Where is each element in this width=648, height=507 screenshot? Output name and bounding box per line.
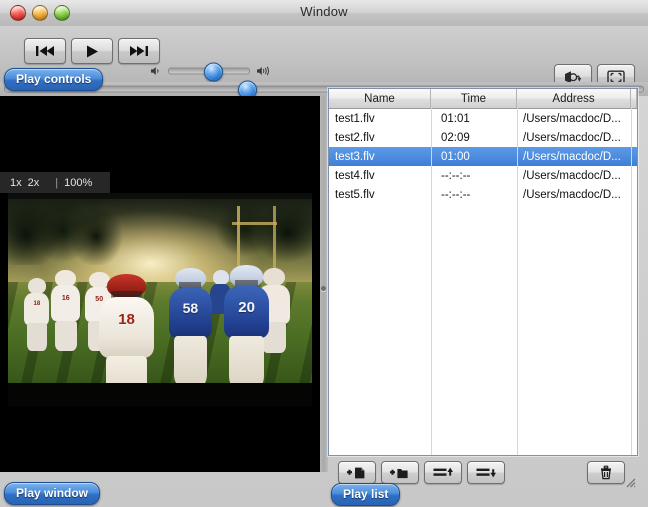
cell-address: /Users/macdoc/D...: [523, 188, 621, 201]
cell-time: 01:00: [441, 150, 470, 163]
cell-address: /Users/macdoc/D...: [523, 169, 621, 182]
cell-time: --:--:--: [441, 188, 471, 201]
video-pane[interactable]: 18 16 50 58 20 18 1x 2x | 100%: [0, 96, 320, 472]
cell-name: test2.flv: [335, 131, 375, 144]
cell-name: test3.flv: [335, 150, 375, 163]
move-down-icon: [476, 468, 496, 478]
cell-time: 01:01: [441, 112, 470, 125]
previous-icon: [36, 46, 54, 56]
next-icon: [130, 46, 148, 56]
player-blue-58: 58: [169, 267, 212, 387]
cell-address: /Users/macdoc/D...: [523, 131, 621, 144]
window-title: Window: [300, 4, 348, 19]
add-folder-button[interactable]: [381, 461, 419, 484]
video-frame[interactable]: 18 16 50 58 20 18: [8, 193, 312, 406]
column-header-time[interactable]: Time: [431, 89, 517, 108]
player-blue-20: 20: [223, 265, 270, 389]
cell-name: test1.flv: [335, 112, 375, 125]
delete-button[interactable]: [587, 461, 625, 484]
play-button[interactable]: [71, 38, 113, 64]
table-row[interactable]: test4.flv --:--:-- /Users/macdoc/D...: [329, 166, 637, 185]
splitter-handle[interactable]: [321, 286, 326, 291]
playlist-header: Name Time Address: [329, 89, 637, 109]
video-letterbox-bottom: [8, 382, 312, 406]
video-letterbox-top: [8, 193, 312, 200]
zoom-percent-label: 100%: [64, 176, 93, 189]
playlist-table[interactable]: Name Time Address test1.flv 01:01/Users/m…: [328, 88, 638, 456]
play-list-label[interactable]: Play list: [331, 483, 401, 506]
column-header-spacer: [631, 89, 637, 108]
play-controls-label[interactable]: Play controls: [4, 68, 104, 91]
add-folder-icon: [390, 468, 408, 478]
column-divider-3: [631, 108, 632, 455]
move-up-button[interactable]: [424, 461, 462, 484]
add-file-icon: [347, 467, 365, 478]
play-icon: [87, 45, 98, 57]
goalpost: [227, 205, 282, 270]
zoom-separator: |: [55, 176, 59, 189]
player-background-1: 18: [23, 278, 50, 351]
cell-time: --:--:--: [441, 169, 471, 182]
video-zoom-controls[interactable]: 1x 2x | 100%: [0, 172, 110, 193]
title-bar: Window: [0, 0, 648, 27]
play-window-label[interactable]: Play window: [4, 482, 101, 505]
table-row[interactable]: test3.flv 01:00/Users/macdoc/D...: [329, 147, 637, 166]
resize-grip[interactable]: [622, 474, 636, 488]
column-header-address[interactable]: Address: [517, 89, 631, 108]
next-button[interactable]: [118, 38, 160, 64]
column-header-name[interactable]: Name: [329, 89, 431, 108]
playlist-rows: test1.flv 01:01/Users/macdoc/D... test2.fl…: [329, 109, 637, 204]
cell-name: test5.flv: [335, 188, 375, 201]
transport-buttons: [24, 38, 160, 64]
player-background-2: 16: [51, 269, 81, 351]
trash-icon: [601, 465, 611, 480]
playlist-toolbar-buttons: [338, 461, 505, 484]
speaker-high-icon: [257, 66, 269, 76]
volume-track[interactable]: [168, 62, 250, 81]
volume-thumb[interactable]: [204, 62, 224, 81]
video-image: 18 16 50 58 20 18: [8, 193, 312, 406]
zoom-2x-button[interactable]: 2x: [28, 177, 40, 189]
zoom-1x-button[interactable]: 1x: [10, 177, 22, 189]
previous-button[interactable]: [24, 38, 66, 64]
volume-slider[interactable]: [150, 62, 270, 81]
pane-splitter[interactable]: [320, 96, 328, 472]
cell-name: test4.flv: [335, 169, 375, 182]
column-divider-2: [517, 108, 518, 455]
player-window: Window 18 16 50 58 20 18 1x 2x | 100% Na…: [0, 0, 648, 507]
table-row[interactable]: test5.flv --:--:-- /Users/macdoc/D...: [329, 185, 637, 204]
column-divider-1: [431, 108, 432, 455]
table-row[interactable]: test1.flv 01:01/Users/macdoc/D...: [329, 109, 637, 128]
add-file-button[interactable]: [338, 461, 376, 484]
table-row[interactable]: test2.flv 02:09/Users/macdoc/D...: [329, 128, 637, 147]
cell-time: 02:09: [441, 131, 470, 144]
cell-address: /Users/macdoc/D...: [523, 112, 621, 125]
speaker-low-icon: [151, 67, 159, 75]
move-up-icon: [433, 467, 453, 476]
move-down-button[interactable]: [467, 461, 505, 484]
cell-address: /Users/macdoc/D...: [523, 150, 621, 163]
